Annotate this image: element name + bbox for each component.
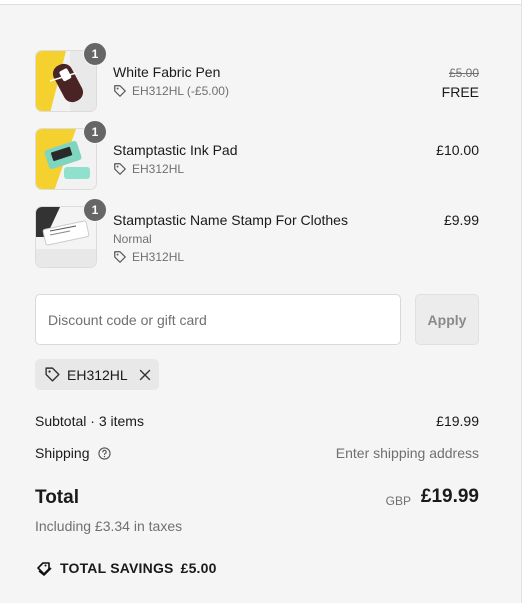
- total-label: Total: [35, 487, 79, 508]
- taxes-note: Including £3.34 in taxes: [35, 518, 183, 534]
- shipping-label: Shipping: [35, 445, 90, 461]
- discount-code-text: EH312HL: [132, 250, 185, 264]
- product-name: Stamptastic Ink Pad: [113, 142, 238, 158]
- top-divider: [0, 0, 522, 5]
- subtotal-value: £19.99: [436, 413, 479, 429]
- applied-discount-chip: EH312HL: [35, 359, 159, 390]
- apply-discount-button[interactable]: Apply: [415, 294, 479, 345]
- product-price: FREE: [441, 84, 479, 100]
- close-icon[interactable]: [139, 369, 151, 381]
- applied-discount: EH312HL (-£5.00): [113, 84, 229, 98]
- savings-label: TOTAL SAVINGS: [60, 560, 174, 576]
- product-price: £9.99: [443, 212, 479, 228]
- product-name: White Fabric Pen: [113, 64, 221, 80]
- quantity-badge: 1: [83, 198, 107, 222]
- line-item: 1 Stamptastic Ink Pad EH312HL £10.00: [35, 120, 479, 192]
- discount-code-text: EH312HL (-£5.00): [132, 84, 229, 98]
- help-circle-icon[interactable]: [98, 447, 112, 460]
- subtotal-label: Subtotal · 3 items: [35, 413, 144, 429]
- quantity-badge: 1: [83, 120, 107, 144]
- savings-amount: £5.00: [180, 560, 217, 576]
- applied-code-text: EH312HL: [67, 366, 128, 383]
- quantity-badge: 1: [83, 42, 107, 66]
- shipping-row: Shipping Enter shipping address: [35, 445, 479, 463]
- product-name: Stamptastic Name Stamp For Clothes: [113, 212, 348, 228]
- subtotal-row: Subtotal · 3 items £19.99: [35, 413, 479, 431]
- tag-icon: [114, 163, 126, 175]
- shipping-value: Enter shipping address: [335, 445, 479, 461]
- discount-code-input[interactable]: [35, 294, 401, 345]
- line-item: 1 Stamptastic Name Stamp For Clothes Nor…: [35, 198, 479, 270]
- line-item: 1 White Fabric Pen EH312HL (-£5.00) £5.0…: [35, 42, 479, 114]
- tag-icon: [45, 367, 60, 382]
- product-variant: Normal: [113, 232, 152, 246]
- tags-icon: [37, 562, 52, 576]
- tag-icon: [114, 251, 126, 263]
- applied-discount: EH312HL: [113, 250, 184, 264]
- total-savings: TOTAL SAVINGS £5.00: [35, 559, 217, 577]
- product-price: £10.00: [436, 142, 479, 158]
- applied-discount: EH312HL: [113, 162, 184, 176]
- tag-icon: [114, 85, 126, 97]
- total-amount: £19.99: [420, 486, 479, 507]
- discount-code-text: EH312HL: [132, 162, 185, 176]
- original-price: £5.00: [448, 66, 479, 80]
- currency-code: GBP: [385, 494, 411, 508]
